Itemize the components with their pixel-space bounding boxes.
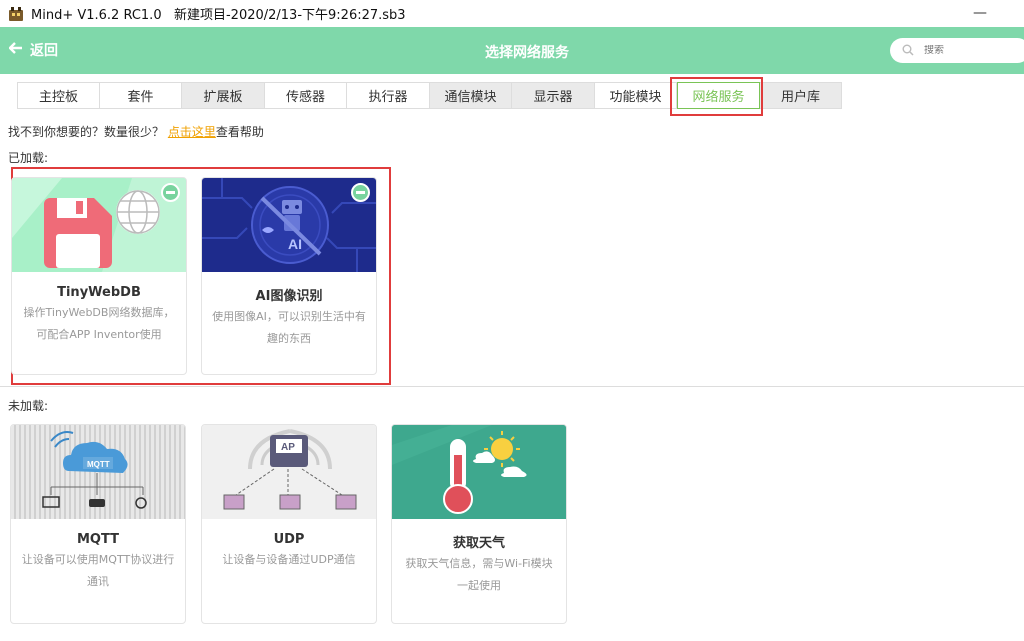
udp-image-text: AP [281, 442, 295, 453]
help-suffix: 查看帮助 [215, 125, 264, 139]
extension-card-tinywebdb[interactable]: TinyWebDB 操作TinyWebDB网络数据库，可配合APP Invent… [11, 177, 187, 375]
app-logo-icon [8, 6, 24, 22]
extension-card-mqtt[interactable]: MQTT MQTT 让设备可以使用MQTT协议进行通讯 [10, 424, 186, 624]
card-title: TinyWebDB [57, 285, 141, 300]
unloaded-section-label: 未加载: [8, 399, 49, 413]
card-description: 获取天气信息，需与Wi-Fi模块一起使用 [405, 557, 553, 592]
card-title: 获取天气 [452, 536, 505, 551]
page-title: 选择网络服务 [485, 45, 569, 61]
tab-display[interactable]: 显示器 [512, 82, 595, 109]
weather-image [392, 425, 566, 519]
extension-card-udp[interactable]: AP UDP 让设备与设备通过UDP通信 [201, 424, 377, 624]
window-title: Mind+ V1.6.2 RC1.0 新建项目-2020/2/13-下午9:26… [31, 8, 406, 23]
tab-function-module[interactable]: 功能模块 [595, 82, 677, 109]
tab-user-library[interactable]: 用户库 [760, 82, 842, 109]
floppy-globe-icon [12, 178, 186, 272]
search-icon [902, 41, 914, 60]
tab-main-board[interactable]: 主控板 [17, 82, 100, 109]
card-description: 让设备可以使用MQTT协议进行通讯 [21, 553, 175, 588]
weather-thermometer-icon [392, 425, 566, 519]
ai-robot-icon: AI [202, 178, 376, 272]
search-input[interactable] [924, 45, 1014, 56]
mqtt-image: MQTT [11, 425, 185, 519]
window-titlebar: Mind+ V1.6.2 RC1.0 新建项目-2020/2/13-下午9:26… [0, 0, 1024, 27]
tab-sensor[interactable]: 传感器 [265, 82, 347, 109]
tab-expansion-board[interactable]: 扩展板 [182, 82, 265, 109]
tab-communication[interactable]: 通信模块 [430, 82, 512, 109]
tab-actuator[interactable]: 执行器 [347, 82, 430, 109]
minimize-button[interactable]: — [973, 6, 987, 20]
card-title: MQTT [76, 532, 120, 547]
tinywebdb-image [12, 178, 186, 272]
card-title: UDP [273, 532, 305, 547]
card-description: 让设备与设备通过UDP通信 [222, 553, 356, 566]
ai-image: AI [202, 178, 376, 272]
mqtt-image-text: MQTT [87, 460, 110, 469]
help-link[interactable]: 点击这里 [168, 125, 216, 139]
search-box[interactable] [890, 38, 1024, 63]
remove-extension-button[interactable] [351, 183, 370, 202]
mqtt-cloud-icon: MQTT [42, 431, 147, 509]
help-line: 找不到你想要的？数量很少？ 点击这里查看帮助 [8, 123, 264, 140]
tab-kit[interactable]: 套件 [100, 82, 182, 109]
ai-image-text: AI [288, 236, 302, 252]
tab-highlight-box [670, 77, 763, 116]
section-divider [0, 386, 1024, 387]
extension-card-weather[interactable]: 获取天气 获取天气信息，需与Wi-Fi模块一起使用 [391, 424, 567, 624]
help-prefix: 找不到你想要的？数量很少？ [8, 125, 165, 139]
card-title: AI图像识别 [255, 289, 323, 304]
loaded-section-label: 已加载: [8, 151, 49, 165]
remove-extension-button[interactable] [161, 183, 180, 202]
udp-image: AP [202, 425, 376, 519]
extension-card-ai-image-recognition[interactable]: AI AI图像识别 使用图像AI，可以识别生活中有趣的东西 [201, 177, 377, 375]
card-description: 使用图像AI，可以识别生活中有趣的东西 [212, 310, 366, 345]
card-description: 操作TinyWebDB网络数据库，可配合APP Inventor使用 [23, 306, 175, 341]
udp-network-icon: AP [223, 429, 357, 510]
page-header: 返回 选择网络服务 [0, 27, 1024, 74]
